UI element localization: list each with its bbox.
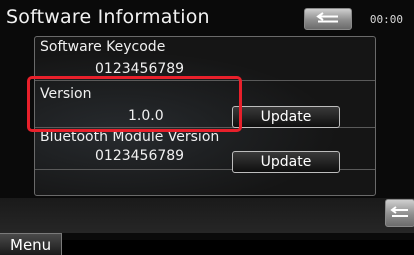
software-keycode-value: 0123456789 bbox=[95, 61, 185, 77]
bluetooth-version-value: 0123456789 bbox=[95, 148, 185, 164]
bluetooth-update-button[interactable]: Update bbox=[232, 151, 340, 173]
clock: 00:00 bbox=[369, 13, 403, 26]
bottom-strip bbox=[0, 198, 414, 233]
return-icon bbox=[390, 206, 408, 217]
back-arrow-icon bbox=[316, 12, 338, 23]
return-button[interactable] bbox=[385, 199, 414, 227]
version-update-button[interactable]: Update bbox=[232, 106, 340, 128]
back-button[interactable] bbox=[304, 8, 352, 30]
version-highlight-box bbox=[27, 76, 242, 132]
software-keycode-label: Software Keycode bbox=[40, 39, 166, 55]
row-software-keycode: Software Keycode 0123456789 bbox=[35, 37, 375, 81]
page-title: Software Information bbox=[6, 6, 210, 28]
bottom-bar bbox=[62, 240, 414, 255]
menu-button[interactable]: Menu bbox=[0, 233, 62, 255]
